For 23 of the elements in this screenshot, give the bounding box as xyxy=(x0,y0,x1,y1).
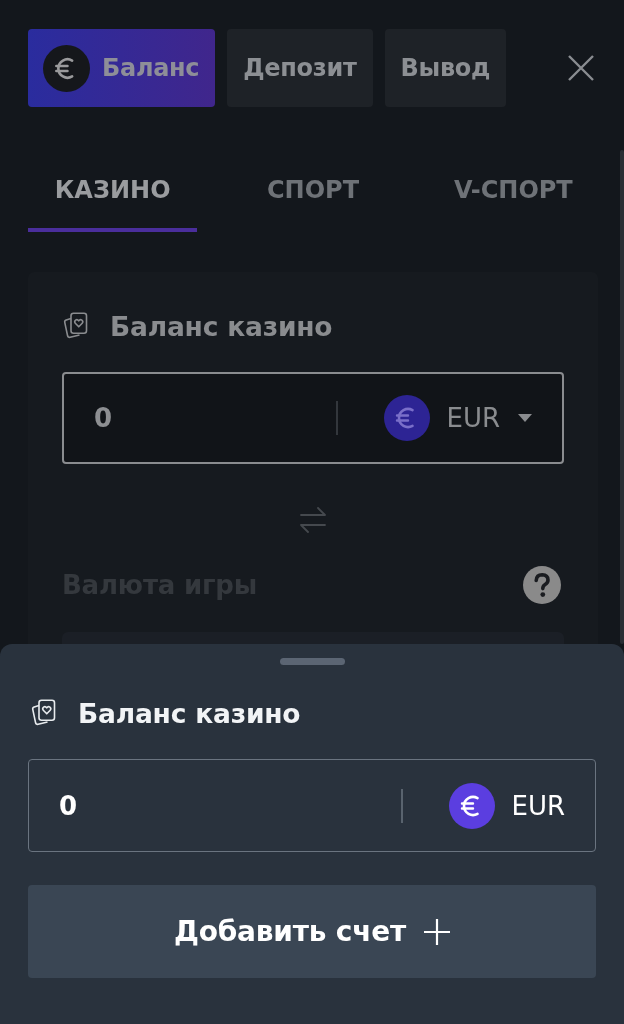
currency-dropdown[interactable]: EUR xyxy=(384,395,532,441)
cards-heart-icon xyxy=(62,312,90,340)
wallet-tab[interactable]: КАЗИНО xyxy=(28,150,198,232)
currency-field[interactable] xyxy=(62,632,564,644)
add-account-button[interactable]: Добавить счет xyxy=(28,885,596,978)
euro-coin-icon xyxy=(384,395,431,441)
cards-heart-icon xyxy=(30,699,58,727)
drag-handle[interactable] xyxy=(279,658,345,665)
wallet-tab[interactable]: СПОРТ xyxy=(228,150,398,232)
section-title: Баланс казино xyxy=(110,310,333,342)
wallet-tab[interactable]: V-СПОРТ xyxy=(428,150,598,232)
close-icon[interactable] xyxy=(568,55,594,81)
euro-coin-icon xyxy=(449,782,496,829)
plus-icon xyxy=(424,918,451,945)
amount-field[interactable]: 0 EUR xyxy=(28,759,596,852)
sheet-title: Баланс казино xyxy=(78,697,301,729)
amount-field[interactable]: 0 EUR xyxy=(62,372,564,464)
currency-selector[interactable]: EUR xyxy=(449,782,565,829)
top-tab[interactable]: Баланс xyxy=(28,29,216,107)
swap-arrows-icon[interactable] xyxy=(299,506,327,534)
help-icon[interactable] xyxy=(523,566,561,604)
top-tab[interactable]: Вывод xyxy=(384,29,507,107)
top-tab[interactable]: Депозит xyxy=(227,29,373,107)
